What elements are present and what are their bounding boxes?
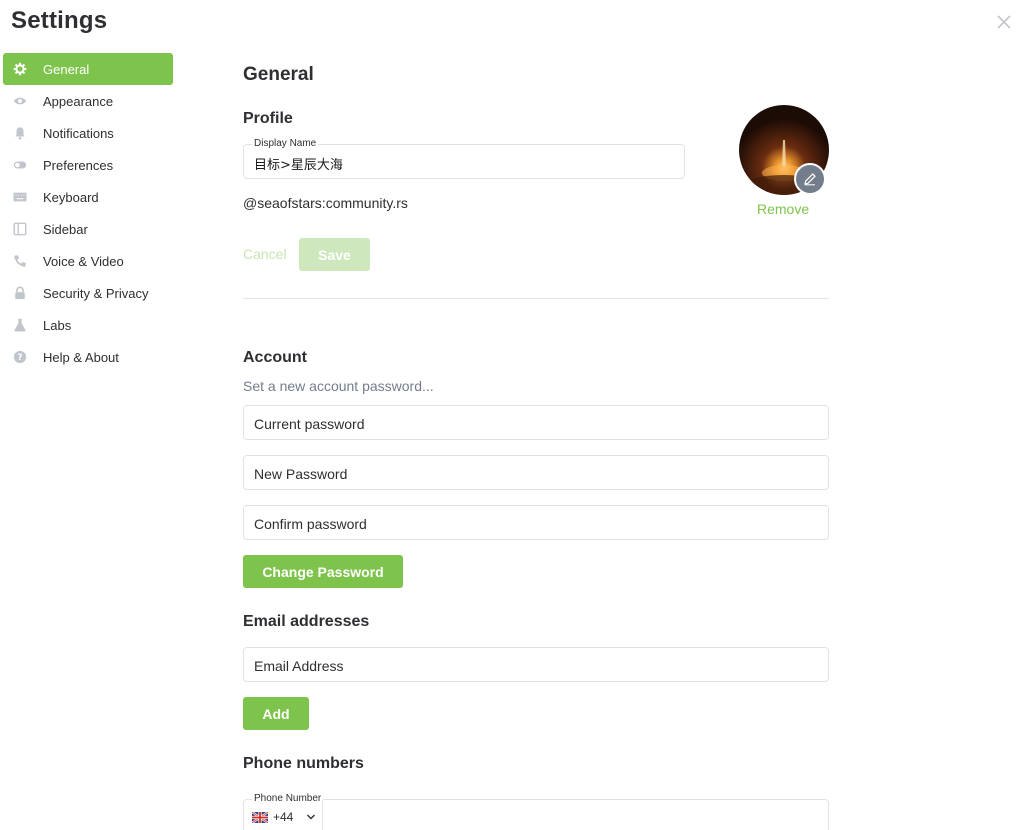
sidebar-item-label: Sidebar (43, 221, 88, 237)
sidebar-item-labs[interactable]: Labs (3, 309, 173, 341)
phone-icon (12, 253, 28, 269)
sidebar-item-keyboard[interactable]: Keyboard (3, 181, 173, 213)
phone-number-field[interactable]: Phone Number +44 (243, 793, 829, 830)
toggle-icon (12, 157, 28, 173)
section-divider (243, 298, 829, 299)
sidebar-item-voice-video[interactable]: Voice & Video (3, 245, 173, 277)
sidebar-item-notifications[interactable]: Notifications (3, 117, 173, 149)
sidebar-item-label: Notifications (43, 125, 114, 141)
sidebar-item-appearance[interactable]: Appearance (3, 85, 173, 117)
sidebar-item-help-about[interactable]: ? Help & About (3, 341, 173, 373)
close-button[interactable] (994, 12, 1014, 32)
country-code-select[interactable]: +44 (252, 810, 316, 824)
svg-text:?: ? (17, 353, 22, 363)
sidebar-item-label: Security & Privacy (43, 285, 149, 301)
email-address-field[interactable]: Email Address (243, 647, 829, 682)
account-hint: Set a new account password... (243, 378, 434, 394)
flask-icon (12, 317, 28, 333)
phone-separator (322, 800, 323, 830)
gear-icon (12, 61, 28, 77)
avatar-edit-button[interactable] (794, 163, 826, 195)
phone-heading: Phone numbers (243, 755, 364, 772)
sidebar-item-label: Help & About (43, 349, 119, 365)
close-icon (997, 15, 1011, 29)
phone-number-label: Phone Number (252, 793, 324, 804)
sidebar-item-security-privacy[interactable]: Security & Privacy (3, 277, 173, 309)
sidebar-item-label: Preferences (43, 157, 114, 173)
bell-icon (12, 125, 28, 141)
account-heading: Account (243, 349, 307, 366)
email-address-placeholder: Email Address (254, 658, 344, 674)
save-button[interactable]: Save (299, 238, 370, 271)
sidebar-icon (12, 221, 28, 237)
chevron-down-icon (307, 814, 316, 820)
settings-title: Settings (11, 7, 108, 34)
pencil-icon (804, 173, 816, 186)
profile-heading: Profile (243, 110, 293, 127)
change-password-button[interactable]: Change Password (243, 555, 403, 588)
lock-icon (12, 285, 28, 301)
help-icon: ? (12, 349, 28, 365)
avatar-container (739, 105, 829, 195)
sidebar-item-general[interactable]: General (3, 53, 173, 85)
email-heading: Email addresses (243, 613, 370, 630)
cancel-button[interactable]: Cancel (243, 246, 287, 262)
confirm-password-field[interactable]: Confirm password (243, 505, 829, 540)
settings-sidebar: General Appearance Notifications Prefere… (3, 53, 173, 373)
current-password-field[interactable]: Current password (243, 405, 829, 440)
sidebar-item-sidebar[interactable]: Sidebar (3, 213, 173, 245)
sidebar-item-label: Labs (43, 317, 72, 333)
remove-avatar-button[interactable]: Remove (757, 201, 809, 217)
sidebar-item-label: Appearance (43, 93, 114, 109)
sidebar-item-label: Keyboard (43, 189, 99, 205)
country-code: +44 (273, 810, 294, 824)
display-name-label: Display Name (252, 138, 319, 149)
page-title: General (243, 64, 314, 85)
user-id: @seaofstars:community.rs (243, 195, 408, 211)
eye-icon (12, 93, 28, 109)
add-email-button[interactable]: Add (243, 697, 309, 730)
keyboard-icon (12, 189, 28, 205)
new-password-field[interactable]: New Password (243, 455, 829, 490)
sidebar-item-label: Voice & Video (43, 253, 124, 269)
display-name-value: 目标>星辰大海 (254, 158, 343, 173)
current-password-placeholder: Current password (254, 416, 365, 432)
uk-flag-icon (252, 811, 268, 823)
new-password-placeholder: New Password (254, 466, 348, 482)
sidebar-item-preferences[interactable]: Preferences (3, 149, 173, 181)
confirm-password-placeholder: Confirm password (254, 516, 367, 532)
display-name-field[interactable]: Display Name 目标>星辰大海 (243, 138, 685, 179)
sidebar-item-label: General (43, 61, 90, 77)
